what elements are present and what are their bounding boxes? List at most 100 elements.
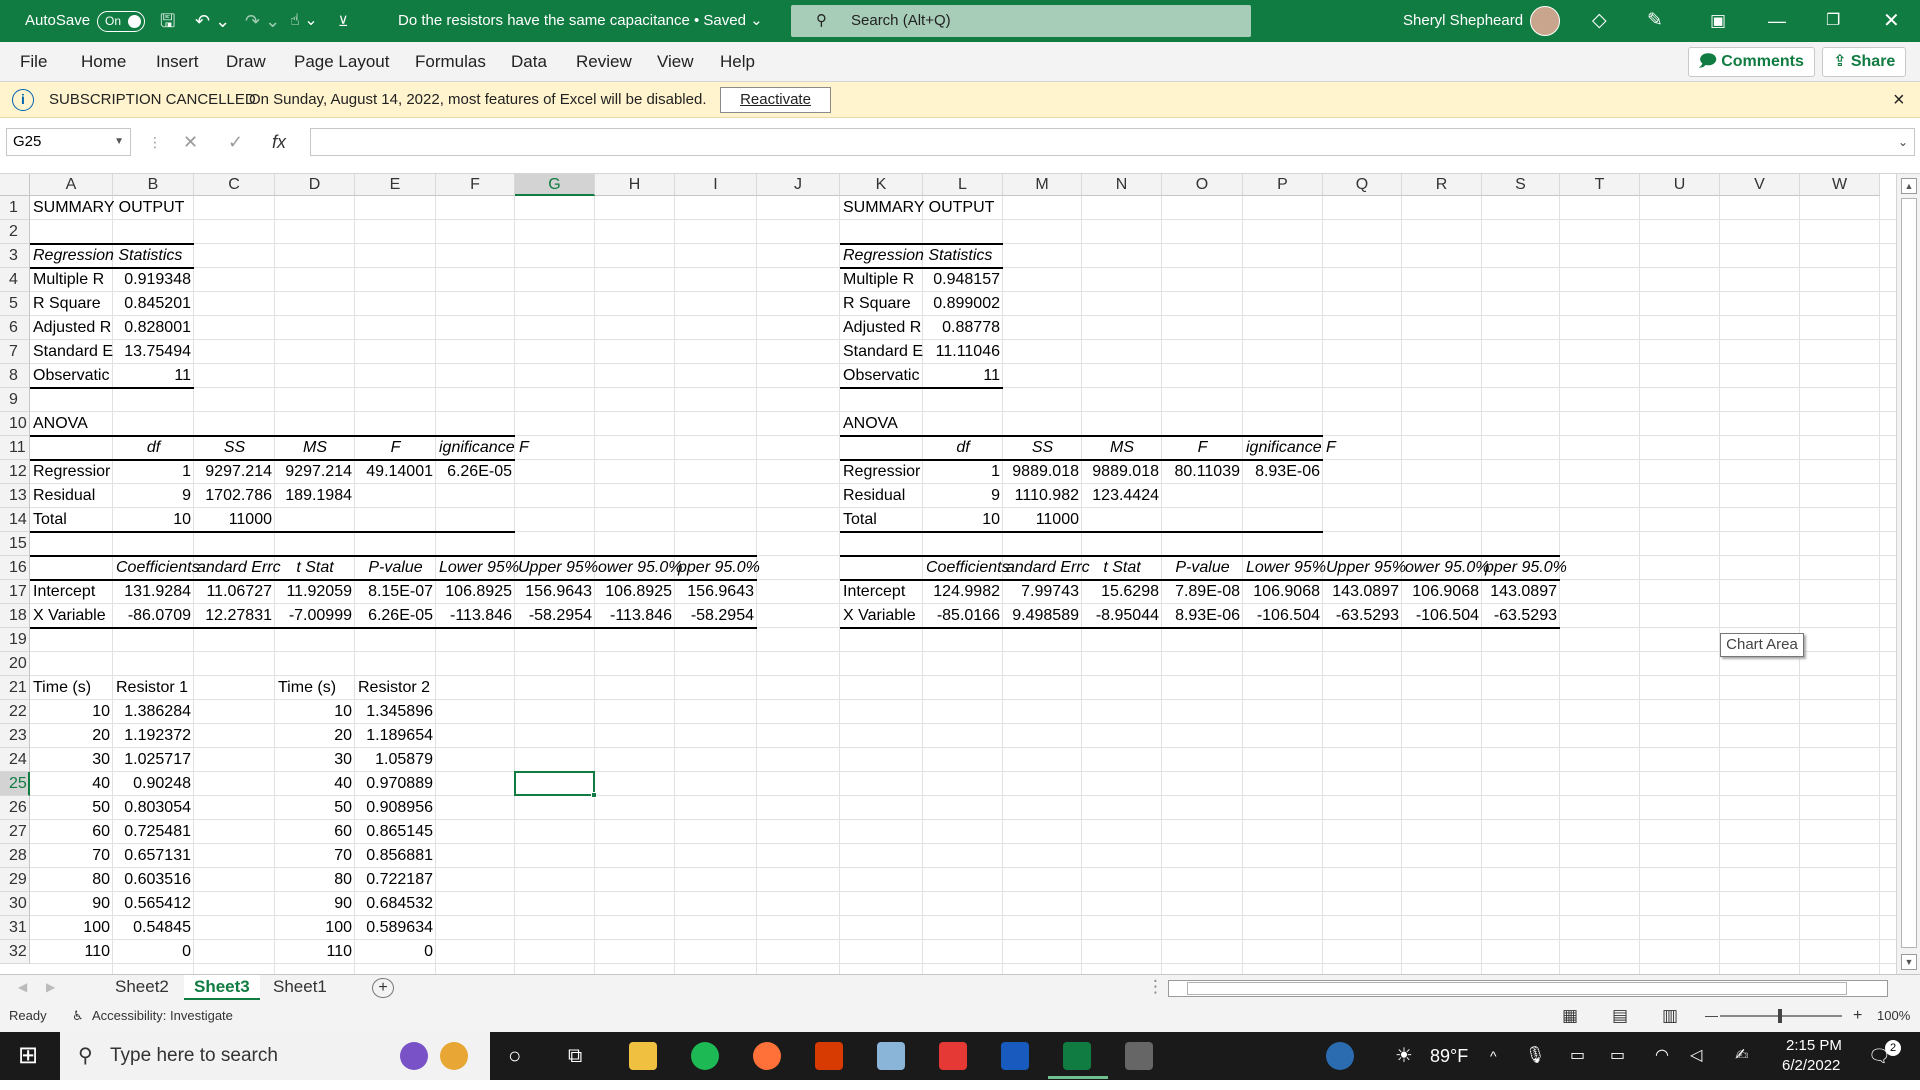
cell-g18[interactable]: -58.2954 [515, 604, 595, 628]
cell-d27[interactable]: 60 [275, 820, 355, 844]
news-widget-icon[interactable] [400, 1042, 428, 1070]
cell-q18[interactable]: -63.5293 [1323, 604, 1402, 628]
normal-view-icon[interactable]: ▦ [1562, 1000, 1578, 1032]
cell-k7[interactable]: Standard E [840, 340, 926, 364]
cell-e32[interactable]: 0 [355, 940, 436, 964]
cell-d22[interactable]: 10 [275, 700, 355, 724]
cell-k3[interactable]: Regression Statistics [840, 244, 995, 268]
row-header-25[interactable]: 25 [0, 772, 30, 796]
cell-m17[interactable]: 7.99743 [1003, 580, 1082, 604]
column-header-m[interactable]: M [1003, 174, 1082, 196]
cell-k10[interactable]: ANOVA [840, 412, 901, 436]
cell-e31[interactable]: 0.589634 [355, 916, 436, 940]
ribbon-display-icon[interactable]: ▣ [1710, 0, 1726, 42]
cell-a12[interactable]: Regressior [30, 460, 113, 484]
minimize-icon[interactable]: — [1768, 0, 1786, 42]
column-header-c[interactable]: C [194, 174, 275, 196]
tab-draw[interactable]: Draw [226, 42, 266, 82]
cell-r17[interactable]: 106.9068 [1402, 580, 1482, 604]
comments-button[interactable]: 🗩 Comments [1688, 47, 1815, 77]
cell-n13[interactable]: 123.4424 [1082, 484, 1162, 508]
cell-a28[interactable]: 70 [30, 844, 113, 868]
close-icon[interactable]: ✕ [1883, 0, 1900, 42]
cell-k5[interactable]: R Square [840, 292, 914, 316]
cell-r18[interactable]: -106.504 [1402, 604, 1482, 628]
row-header-5[interactable]: 5 [0, 292, 30, 316]
cancel-icon[interactable]: ✕ [183, 128, 198, 156]
cell-n17[interactable]: 15.6298 [1082, 580, 1162, 604]
scroll-thumb[interactable] [1901, 198, 1917, 948]
cell-e22[interactable]: 1.345896 [355, 700, 436, 724]
zoom-slider[interactable] [1720, 1009, 1842, 1023]
cell-c12[interactable]: 9297.214 [194, 460, 275, 484]
row-header-32[interactable]: 32 [0, 940, 30, 964]
autosave-toggle[interactable]: On [97, 11, 145, 32]
weather-temp[interactable]: 89°F [1430, 1032, 1468, 1080]
undo-icon[interactable]: ↶ ⌄ [195, 0, 230, 42]
cell-a10[interactable]: ANOVA [30, 412, 91, 436]
column-header-n[interactable]: N [1082, 174, 1162, 196]
device-icon[interactable]: ▭ [1570, 1032, 1585, 1080]
cell-l13[interactable]: 9 [923, 484, 1003, 508]
tab-formulas[interactable]: Formulas [415, 42, 486, 82]
cell-l6[interactable]: 0.88778 [923, 316, 1003, 340]
insert-function-icon[interactable]: fx [272, 128, 286, 156]
calculator-icon[interactable] [1125, 1042, 1153, 1070]
document-title[interactable]: Do the resistors have the same capacitan… [398, 0, 763, 42]
expand-formula-icon[interactable]: ⌄ [1898, 129, 1908, 155]
column-header-l[interactable]: L [923, 174, 1003, 196]
cell-l4[interactable]: 0.948157 [923, 268, 1003, 292]
cell-p16[interactable]: Lower 95% [1243, 556, 1329, 580]
cell-a30[interactable]: 90 [30, 892, 113, 916]
cell-m13[interactable]: 1110.982 [1003, 484, 1082, 508]
cell-b18[interactable]: -86.0709 [113, 604, 194, 628]
cell-d18[interactable]: -7.00999 [275, 604, 355, 628]
row-header-17[interactable]: 17 [0, 580, 30, 604]
file-explorer-icon[interactable] [629, 1042, 657, 1070]
cell-e11[interactable]: F [355, 436, 436, 460]
cell-p17[interactable]: 106.9068 [1243, 580, 1323, 604]
cell-a14[interactable]: Total [30, 508, 70, 532]
cell-b29[interactable]: 0.603516 [113, 868, 194, 892]
cell-q17[interactable]: 143.0897 [1323, 580, 1402, 604]
customize-qat-icon[interactable]: ⊻ [338, 0, 348, 42]
row-header-27[interactable]: 27 [0, 820, 30, 844]
cell-f16[interactable]: Lower 95% [436, 556, 522, 580]
cell-d11[interactable]: MS [275, 436, 355, 460]
cell-k12[interactable]: Regressior [840, 460, 923, 484]
cell-e29[interactable]: 0.722187 [355, 868, 436, 892]
tab-home[interactable]: Home [81, 42, 126, 82]
cell-d32[interactable]: 110 [275, 940, 355, 964]
hscroll-thumb[interactable] [1187, 982, 1847, 995]
cell-k1[interactable]: SUMMARY OUTPUT [840, 196, 997, 220]
microphone-icon[interactable]: 🎙 [1525, 1032, 1545, 1080]
tab-file[interactable]: File [20, 42, 47, 82]
name-box[interactable]: G25 ▼ [6, 128, 131, 156]
cell-a13[interactable]: Residual [30, 484, 98, 508]
pen-tray-icon[interactable]: ✍ [1735, 1032, 1748, 1080]
cell-n11[interactable]: MS [1082, 436, 1162, 460]
cell-m12[interactable]: 9889.018 [1003, 460, 1082, 484]
column-header-v[interactable]: V [1720, 174, 1800, 196]
cell-a21[interactable]: Time (s) [30, 676, 94, 700]
cell-b5[interactable]: 0.845201 [113, 292, 194, 316]
touch-mode-icon[interactable]: ☝ ⌄ [290, 0, 318, 42]
cell-d25[interactable]: 40 [275, 772, 355, 796]
sheet-tab-sheet3[interactable]: Sheet3 [184, 975, 260, 1001]
row-header-8[interactable]: 8 [0, 364, 30, 388]
cell-b32[interactable]: 0 [113, 940, 194, 964]
row-header-24[interactable]: 24 [0, 748, 30, 772]
cell-e16[interactable]: P-value [355, 556, 436, 580]
zoom-slider-thumb[interactable] [1778, 1009, 1782, 1023]
cell-c16[interactable]: andard Errc [194, 556, 284, 580]
row-header-30[interactable]: 30 [0, 892, 30, 916]
cell-c13[interactable]: 1702.786 [194, 484, 275, 508]
notification-icon[interactable]: 🗨 [1868, 1032, 1891, 1080]
cell-k13[interactable]: Residual [840, 484, 908, 508]
cell-b4[interactable]: 0.919348 [113, 268, 194, 292]
column-header-g[interactable]: G [515, 174, 595, 196]
cell-o12[interactable]: 80.11039 [1162, 460, 1243, 484]
select-all-corner[interactable] [0, 174, 30, 196]
row-header-7[interactable]: 7 [0, 340, 30, 364]
help-icon[interactable] [1326, 1042, 1354, 1070]
